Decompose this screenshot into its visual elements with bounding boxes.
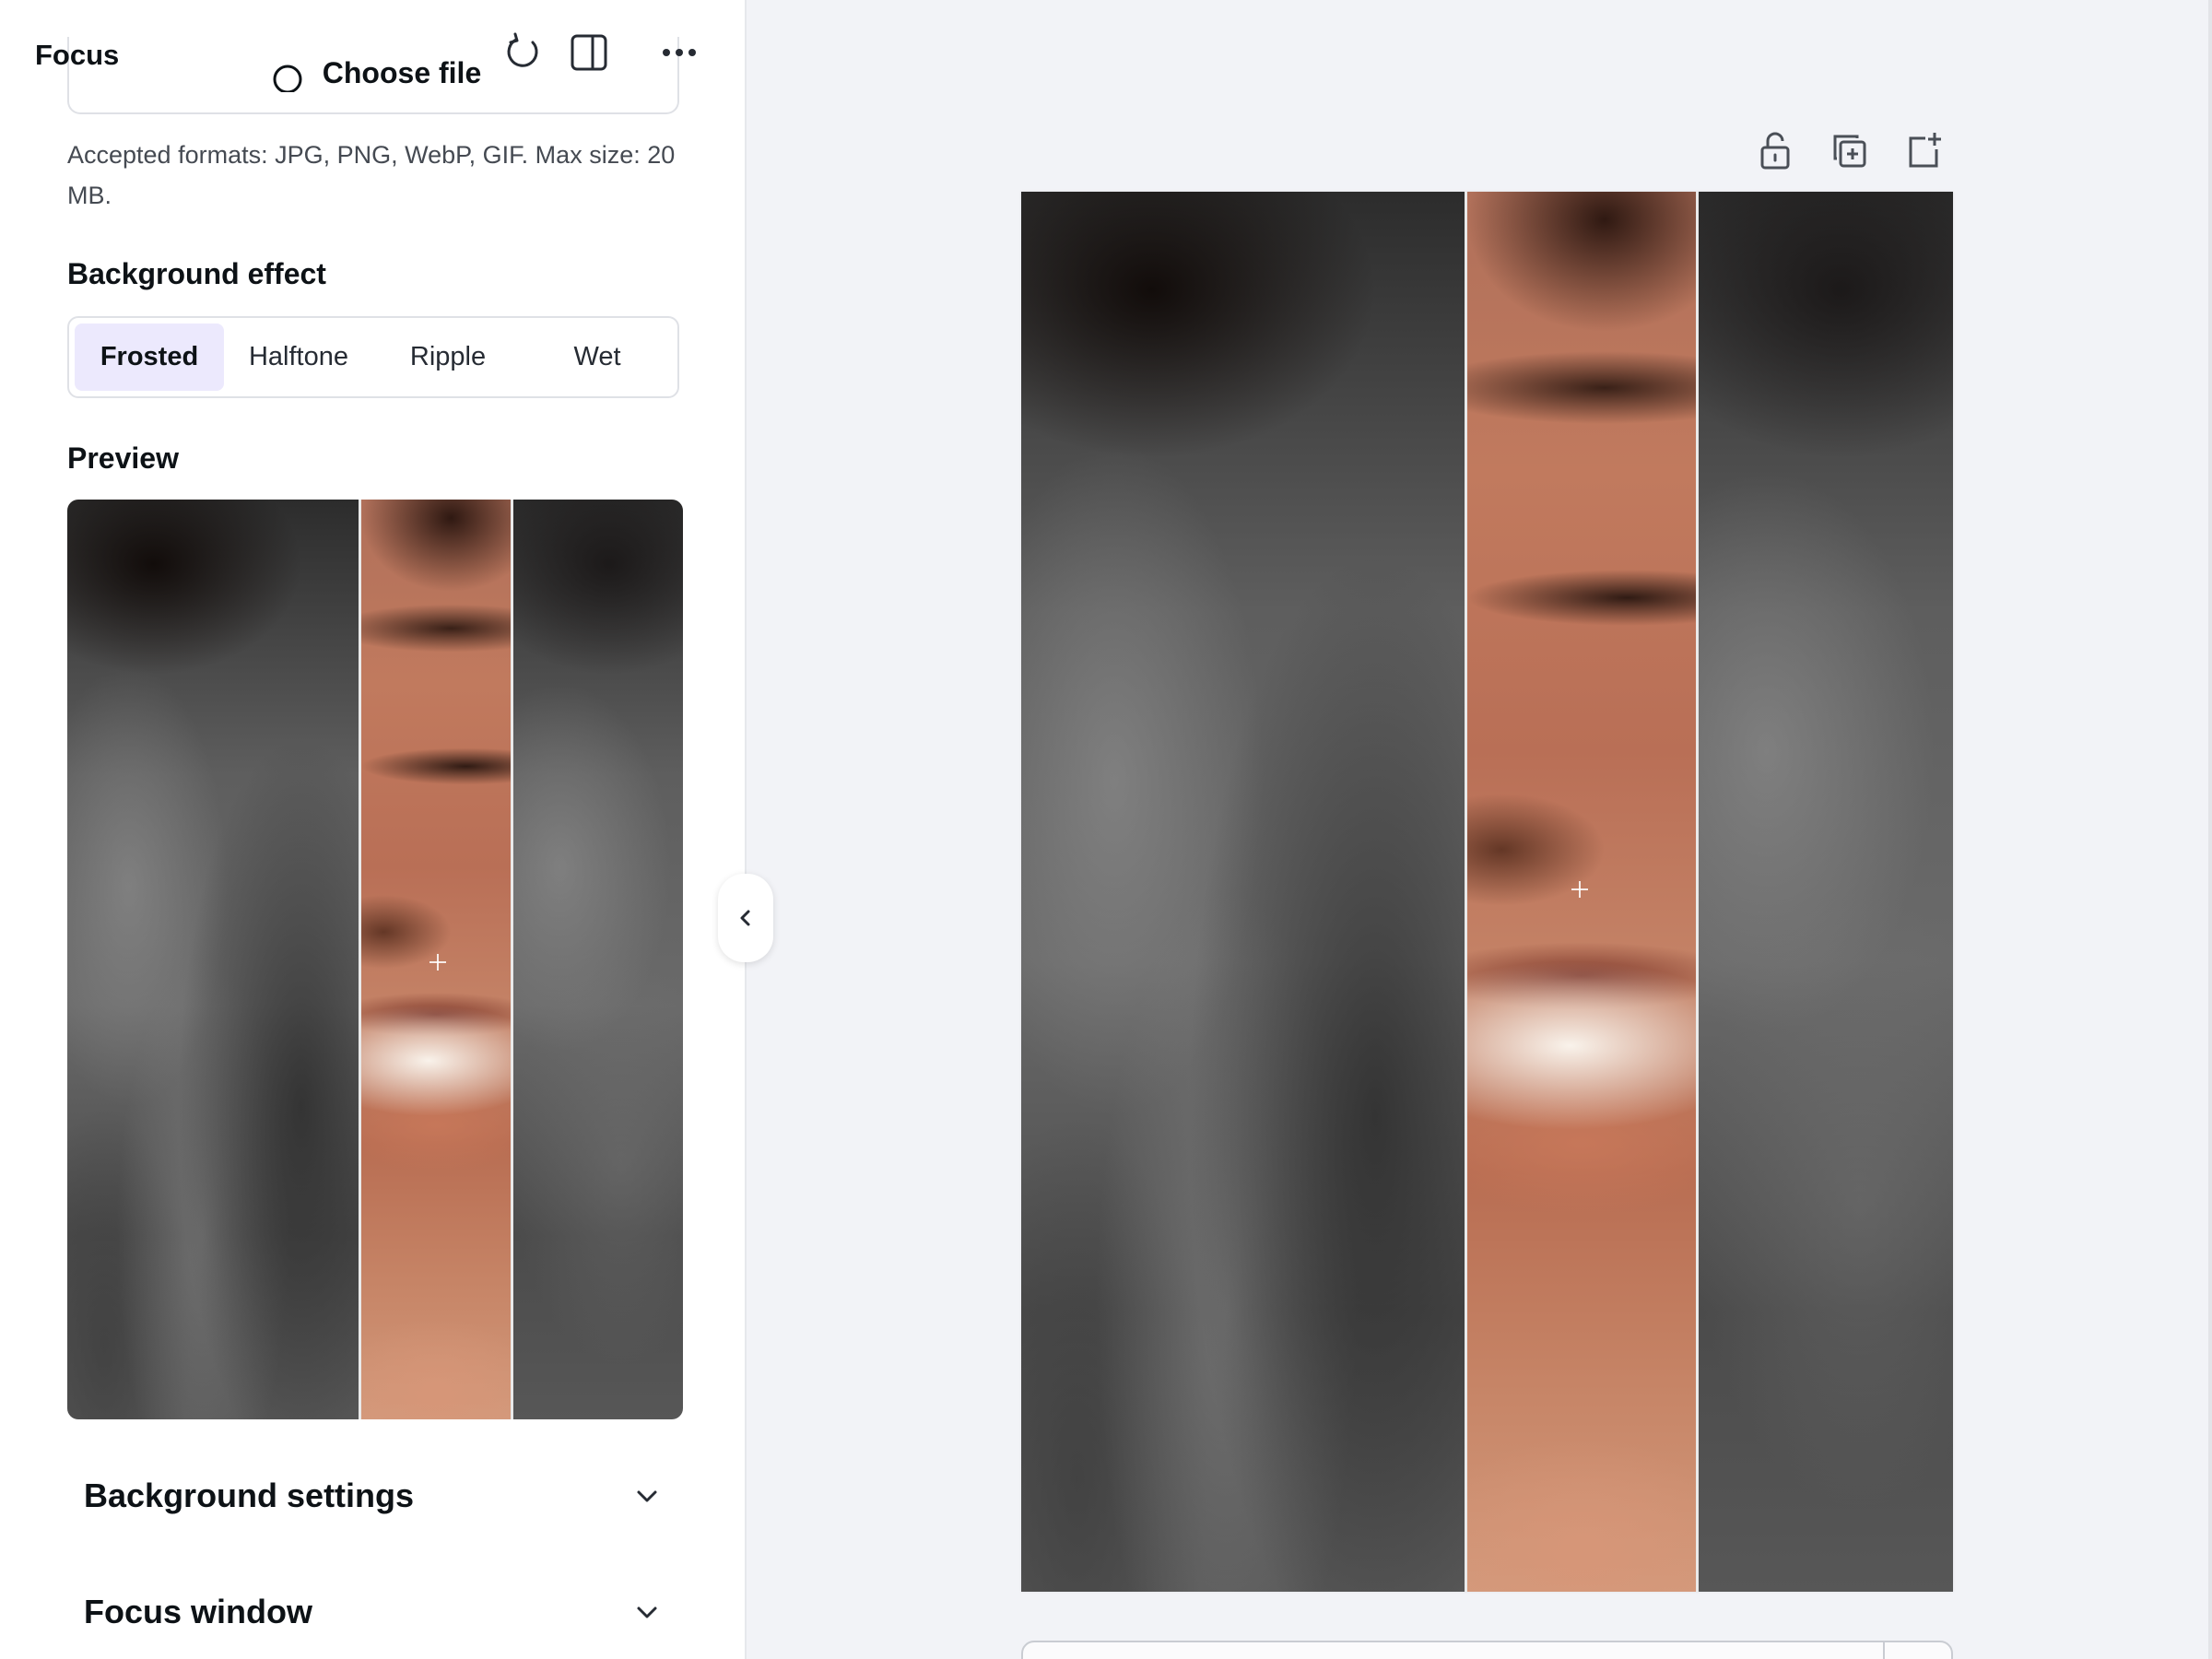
choose-file-label: Choose file bbox=[322, 56, 482, 90]
effect-wet[interactable]: Wet bbox=[523, 324, 672, 391]
refresh-button[interactable] bbox=[498, 28, 547, 77]
background-effect-selector: Frosted Halftone Ripple Wet bbox=[67, 316, 679, 398]
more-options-button[interactable] bbox=[654, 28, 704, 77]
effect-frosted[interactable]: Frosted bbox=[75, 324, 224, 391]
more-options-icon bbox=[663, 49, 696, 56]
preview-image bbox=[67, 500, 683, 1419]
chevron-left-icon bbox=[740, 910, 750, 926]
upload-icon bbox=[265, 59, 310, 94]
add-page-button[interactable] bbox=[1901, 129, 1946, 173]
scrollbar[interactable] bbox=[2208, 0, 2212, 1659]
panel-title: Focus bbox=[35, 39, 120, 71]
background-effect-heading: Background effect bbox=[67, 257, 326, 290]
background-settings-label: Background settings bbox=[84, 1477, 415, 1514]
focus-window-label: Focus window bbox=[84, 1593, 312, 1630]
split-view-button[interactable] bbox=[564, 28, 614, 77]
next-page-preview[interactable] bbox=[1021, 1641, 1953, 1659]
unlock-icon bbox=[1760, 132, 1790, 170]
background-settings-accordion[interactable]: Background settings bbox=[67, 1454, 679, 1537]
preview-heading: Preview bbox=[67, 441, 179, 475]
focus-point-marker bbox=[429, 954, 446, 971]
refresh-icon bbox=[507, 32, 538, 67]
focus-window-accordion[interactable]: Focus window bbox=[67, 1571, 679, 1653]
unlock-button[interactable] bbox=[1753, 129, 1797, 173]
duplicate-page-icon bbox=[1833, 135, 1866, 168]
collapse-panel-button[interactable] bbox=[718, 874, 773, 962]
add-page-icon bbox=[1909, 133, 1941, 168]
focus-point-marker[interactable] bbox=[1571, 881, 1588, 898]
split-panel-icon bbox=[571, 34, 607, 71]
chevron-down-icon bbox=[637, 1490, 657, 1502]
accepted-formats-text: Accepted formats: JPG, PNG, WebP, GIF. M… bbox=[67, 141, 676, 209]
duplicate-page-button[interactable] bbox=[1828, 129, 1872, 173]
focus-panel: Choose file Focus Accepted formats: JPG,… bbox=[0, 0, 747, 1659]
effect-ripple[interactable]: Ripple bbox=[373, 324, 523, 391]
design-page[interactable] bbox=[1021, 192, 1953, 1592]
effect-halftone[interactable]: Halftone bbox=[224, 324, 373, 391]
chevron-down-icon bbox=[637, 1606, 657, 1618]
